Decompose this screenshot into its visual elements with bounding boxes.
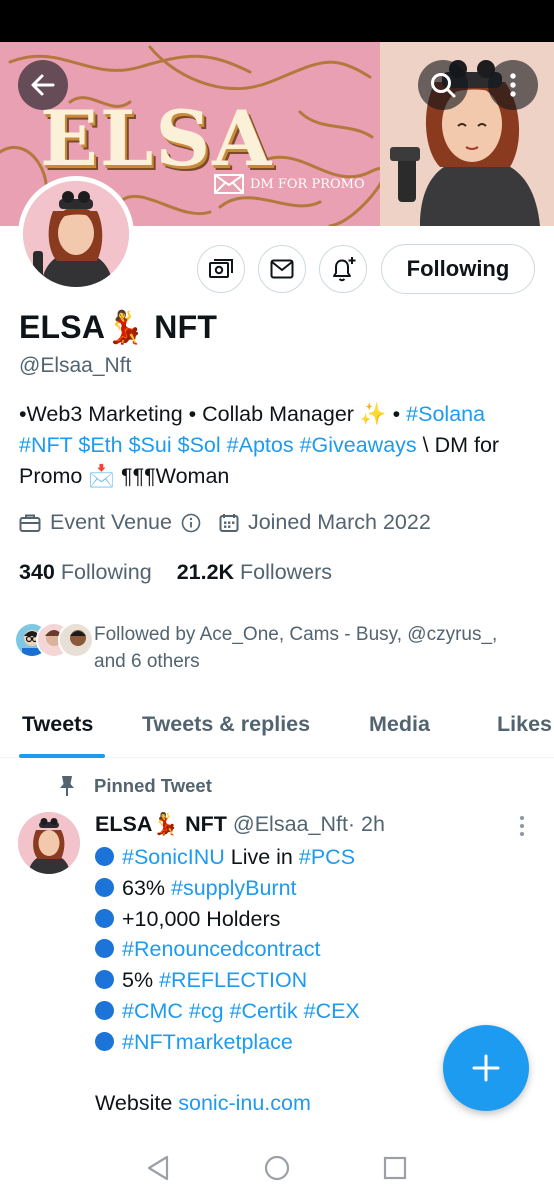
tweet-author-avatar[interactable] — [18, 812, 80, 874]
tip-jar-button[interactable] — [197, 245, 245, 293]
followed-by-text[interactable]: Followed by Ace_One, Cams - Busy, @czyru… — [94, 621, 534, 675]
profile-meta: Event Venue Joined March 2022 — [19, 510, 449, 535]
tab-likes[interactable]: Likes — [497, 712, 552, 737]
banner-title: ELSA — [40, 94, 274, 183]
avatar — [58, 622, 94, 658]
tweet-header: ELSA💃 NFT @Elsaa_Nft· 2h — [95, 812, 385, 837]
joined-text: Joined March 2022 — [247, 510, 431, 534]
followers-stat[interactable]: 21.2K Followers — [177, 560, 332, 585]
system-navigation-bar — [0, 1140, 554, 1200]
hashtag-link[interactable]: #Solana — [406, 402, 485, 426]
tweet-line: #SonicINU Live in #PCS — [95, 842, 535, 873]
tweet-line: 63% #supplyBurnt — [95, 873, 535, 904]
cashtag-link[interactable]: $Eth — [78, 433, 122, 457]
blue-circle-icon — [95, 908, 114, 928]
tweet-line: +10,000 Holders — [95, 904, 535, 935]
envelope-icon — [214, 174, 244, 194]
tweet-text: Website — [95, 1091, 179, 1116]
hashtag-link[interactable]: #PCS — [299, 845, 355, 869]
tweet-line: #CMC #cg #Certik #CEX — [95, 996, 535, 1027]
hashtag-link[interactable]: #NFT — [19, 433, 72, 457]
hashtag-link[interactable]: #CMC #cg #Certik #CEX — [122, 999, 360, 1023]
tweet-text: +10,000 Holders — [122, 906, 281, 931]
notifications-button[interactable] — [319, 245, 367, 293]
message-button[interactable] — [258, 245, 306, 293]
profile-tabs: Tweets Tweets & replies Media Likes — [0, 700, 554, 758]
tweet-line: 5% #REFLECTION — [95, 965, 535, 996]
followed-by-avatars[interactable] — [14, 622, 94, 658]
following-button[interactable]: Following — [381, 244, 535, 294]
recents-square-icon[interactable] — [382, 1155, 408, 1181]
blue-circle-icon — [95, 847, 114, 866]
tab-tweets[interactable]: Tweets — [22, 712, 93, 737]
hashtag-link[interactable]: #REFLECTION — [159, 968, 307, 992]
blue-circle-icon — [95, 1000, 114, 1020]
hashtag-link[interactable]: #Renouncedcontract — [122, 937, 320, 961]
status-bar — [0, 0, 554, 42]
more-options-button[interactable] — [488, 60, 538, 110]
tweet-avatar-illustration — [18, 812, 80, 874]
tweet-more-icon[interactable] — [512, 814, 532, 838]
blue-circle-icon — [95, 877, 114, 897]
hashtag-link[interactable]: #supplyBurnt — [171, 876, 297, 900]
blue-circle-icon — [95, 939, 114, 959]
profile-avatar[interactable] — [18, 176, 134, 292]
tweet-line: #Renouncedcontract — [95, 934, 535, 965]
display-name: ELSA💃 NFT — [19, 309, 218, 345]
calendar-icon — [219, 513, 239, 532]
bell-plus-icon — [333, 257, 356, 282]
hashtag-link[interactable]: #Aptos — [227, 433, 294, 457]
arrow-left-icon — [31, 74, 55, 96]
back-triangle-icon[interactable] — [145, 1154, 171, 1182]
cashtag-link[interactable]: $Sui — [129, 433, 172, 457]
bio-text: •Web3 Marketing • Collab Manager ✨ • — [19, 402, 407, 426]
location-item: Event Venue — [19, 510, 201, 535]
more-vertical-icon — [510, 73, 516, 97]
hashtag-link[interactable]: #SonicINU — [122, 845, 225, 869]
followers-label: Followers — [240, 560, 333, 584]
hashtag-link[interactable]: #Giveaways — [300, 433, 417, 457]
tweet-text: 63% — [122, 875, 172, 900]
search-icon — [431, 73, 456, 98]
pin-icon — [60, 776, 74, 796]
following-count: 340 — [19, 560, 55, 584]
profile-avatar-illustration — [23, 181, 129, 287]
back-button[interactable] — [18, 60, 68, 110]
following-stat[interactable]: 340 Following — [19, 560, 152, 585]
tweet-author-handle: @Elsaa_Nft — [232, 812, 348, 836]
followers-count: 21.2K — [176, 560, 235, 584]
pinned-text: Pinned Tweet — [94, 775, 212, 796]
tweet-text: 5% — [122, 968, 160, 993]
hashtag-link[interactable]: #NFTmarketplace — [122, 1030, 293, 1054]
tweet-text: Live in — [224, 845, 299, 869]
profile-bio: •Web3 Marketing • Collab Manager ✨ • #So… — [19, 399, 544, 492]
plus-icon — [472, 1054, 500, 1082]
following-label: Following — [60, 560, 152, 584]
blue-circle-icon — [95, 970, 114, 990]
home-circle-icon[interactable] — [263, 1154, 291, 1182]
website-link[interactable]: sonic-inu.com — [178, 1091, 311, 1115]
money-icon — [209, 259, 233, 278]
search-button[interactable] — [418, 60, 468, 110]
cashtag-link[interactable]: $Sol — [178, 433, 221, 457]
user-handle: @Elsaa_Nft — [19, 354, 132, 377]
location-text: Event Venue — [50, 510, 172, 534]
banner-dm-promo: DM FOR PROMO — [214, 174, 365, 194]
blue-circle-icon — [95, 1031, 114, 1051]
info-icon[interactable] — [181, 513, 201, 533]
follow-stats: 340 Following 21.2K Followers — [19, 560, 332, 585]
tab-media[interactable]: Media — [369, 712, 430, 737]
tweet-author-name[interactable]: ELSA💃 NFT — [95, 812, 227, 836]
joined-item: Joined March 2022 — [219, 510, 431, 535]
tweet-time: · 2h — [347, 812, 385, 836]
compose-tweet-button[interactable] — [443, 1025, 529, 1111]
tab-tweets-replies[interactable]: Tweets & replies — [142, 712, 310, 737]
envelope-icon — [270, 259, 294, 279]
banner-dm-text: DM FOR PROMO — [250, 176, 365, 192]
pinned-tweet-label: Pinned Tweet — [58, 775, 212, 797]
briefcase-icon — [19, 514, 41, 532]
active-tab-indicator — [19, 754, 105, 758]
